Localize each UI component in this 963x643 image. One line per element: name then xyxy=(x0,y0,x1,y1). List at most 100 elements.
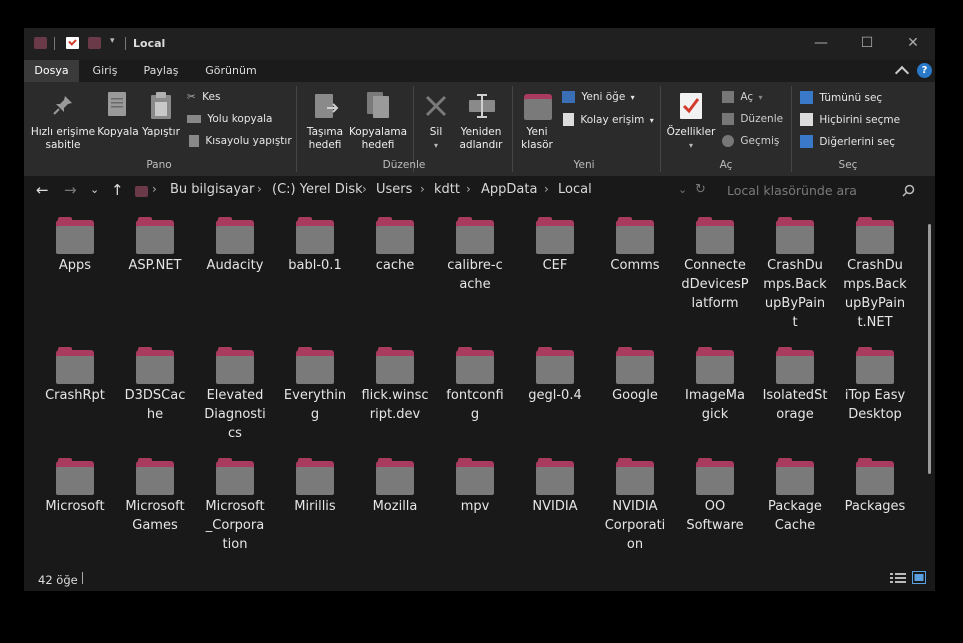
copy-to-button[interactable]: Kopyalama hedefi xyxy=(348,126,408,152)
edit-button[interactable]: Düzenle xyxy=(722,113,783,125)
cut-button[interactable]: ✂ Kes xyxy=(187,91,220,103)
address-history-chevron-icon[interactable]: ⌄ xyxy=(678,183,687,196)
copy-icon xyxy=(108,92,126,116)
folder-item[interactable]: Mozilla xyxy=(356,458,434,516)
location-folder-icon xyxy=(135,186,148,197)
breadcrumb-this-pc[interactable]: Bu bilgisayar xyxy=(170,182,254,197)
invert-selection-icon xyxy=(800,135,813,148)
paste-shortcut-button[interactable]: Kısayolu yapıştır xyxy=(187,135,292,147)
folder-item[interactable]: IsolatedSt orage xyxy=(756,347,834,424)
folder-icon xyxy=(296,217,334,254)
breadcrumb-local-disk[interactable]: (C:) Yerel Disk xyxy=(272,182,363,197)
folder-item[interactable]: CEF xyxy=(516,217,594,275)
properties-button[interactable]: Özellikler ▾ xyxy=(664,126,718,152)
breadcrumb-separator-icon[interactable]: › xyxy=(466,182,471,196)
delete-dropdown-icon[interactable]: ▾ xyxy=(422,139,450,152)
new-item-button[interactable]: Yeni öğe ▾ xyxy=(562,91,635,103)
folder-item[interactable]: Microsoft xyxy=(36,458,114,516)
select-all-button[interactable]: Tümünü seç xyxy=(800,91,882,104)
back-arrow-icon[interactable]: ← xyxy=(36,181,49,199)
folder-item[interactable]: mpv xyxy=(436,458,514,516)
easy-access-button[interactable]: Kolay erişim ▾ xyxy=(562,113,654,126)
large-icons-view-icon[interactable] xyxy=(912,571,926,584)
invert-selection-button[interactable]: Diğerlerini seç xyxy=(800,135,895,148)
pin-quick-access-button[interactable]: Hızlı erişime sabitle xyxy=(28,126,98,152)
folder-item[interactable]: OO Software xyxy=(676,458,754,535)
breadcrumb-separator-icon[interactable]: › xyxy=(152,182,157,196)
folder-item[interactable]: Package Cache xyxy=(756,458,834,535)
folder-item[interactable]: CrashDu mps.Back upByPain t xyxy=(756,217,834,332)
maximize-button[interactable]: ☐ xyxy=(844,28,890,58)
breadcrumb-appdata[interactable]: AppData xyxy=(481,182,537,197)
folder-item[interactable]: Connecte dDevicesP latform xyxy=(676,217,754,313)
customize-quick-access-icon[interactable]: ▾ xyxy=(110,36,115,46)
folder-item[interactable]: Mirillis xyxy=(276,458,354,516)
rename-label-2: adlandır xyxy=(459,139,503,151)
folder-name-line: NVIDIA xyxy=(612,499,658,514)
folder-item[interactable]: CrashRpt xyxy=(36,347,114,405)
copy-path-button[interactable]: Yolu kopyala xyxy=(187,113,273,125)
breadcrumb-users[interactable]: Users xyxy=(376,182,412,197)
breadcrumb-separator-icon[interactable]: › xyxy=(420,182,425,196)
tab-view[interactable]: Görünüm xyxy=(196,60,266,82)
folder-item[interactable]: fontconfi g xyxy=(436,347,514,424)
folder-item[interactable]: Everythin g xyxy=(276,347,354,424)
properties-dropdown-icon[interactable]: ▾ xyxy=(664,139,718,152)
folder-item[interactable]: Google xyxy=(596,347,674,405)
folder-name: NVIDIA xyxy=(516,497,594,516)
folder-item[interactable]: cache xyxy=(356,217,434,275)
refresh-icon[interactable]: ↻ xyxy=(695,182,706,197)
breadcrumb-separator-icon[interactable]: › xyxy=(362,182,367,196)
copy-button[interactable]: Kopyala xyxy=(96,126,140,139)
up-arrow-icon[interactable]: ↑ xyxy=(111,181,124,199)
folder-item[interactable]: flick.winsc ript.dev xyxy=(356,347,434,424)
folder-item[interactable]: ASP.NET xyxy=(116,217,194,275)
tab-file[interactable]: Dosya xyxy=(24,60,79,82)
folder-item[interactable]: Elevated Diagnosti cs xyxy=(196,347,274,443)
breadcrumb-separator-icon[interactable]: › xyxy=(544,182,549,196)
folder-item[interactable]: Audacity xyxy=(196,217,274,275)
new-folder-button[interactable]: Yeni klasör xyxy=(514,126,560,152)
folder-item[interactable]: D3DSCac he xyxy=(116,347,194,424)
select-none-button[interactable]: Hiçbirini seçme xyxy=(800,113,900,126)
folder-icon xyxy=(776,217,814,254)
folder-item[interactable]: Microsoft _Corpora tion xyxy=(196,458,274,554)
folder-item[interactable]: Comms xyxy=(596,217,674,275)
paste-button[interactable]: Yapıştır xyxy=(140,126,182,139)
vertical-scrollbar[interactable] xyxy=(928,224,931,474)
move-to-button[interactable]: Taşıma hedefi xyxy=(300,126,350,152)
folder-item[interactable]: calibre-c ache xyxy=(436,217,514,294)
new-folder-quick-icon[interactable] xyxy=(88,37,101,49)
folder-name: Packages xyxy=(836,497,914,516)
folder-name: CrashDu mps.Back upByPain t xyxy=(756,256,834,332)
details-view-icon[interactable] xyxy=(890,572,906,584)
folder-item[interactable]: ImageMa gick xyxy=(676,347,754,424)
rename-button[interactable]: Yeniden adlandır xyxy=(456,126,506,152)
breadcrumb-user[interactable]: kdtt xyxy=(434,182,460,197)
history-button[interactable]: Geçmiş xyxy=(722,135,779,147)
search-box[interactable]: Local klasöründe ara xyxy=(714,176,924,206)
close-button[interactable]: ✕ xyxy=(890,28,935,58)
folder-item[interactable]: gegl-0.4 xyxy=(516,347,594,405)
folder-item[interactable]: NVIDIA Corporati on xyxy=(596,458,674,554)
folder-item[interactable]: CrashDu mps.Back upByPain t.NET xyxy=(836,217,914,332)
minimize-button[interactable]: — xyxy=(798,28,844,58)
folder-name-line: Cache xyxy=(774,518,816,533)
recent-locations-chevron-icon[interactable]: ⌄ xyxy=(90,183,99,196)
breadcrumb-separator-icon[interactable]: › xyxy=(257,182,262,196)
forward-arrow-icon[interactable]: → xyxy=(64,181,77,199)
properties-quick-icon[interactable] xyxy=(66,37,79,49)
help-icon[interactable]: ? xyxy=(917,63,932,78)
folder-item[interactable]: babl-0.1 xyxy=(276,217,354,275)
folder-item[interactable]: Packages xyxy=(836,458,914,516)
tab-home[interactable]: Giriş xyxy=(84,60,126,82)
folder-item[interactable]: Apps xyxy=(36,217,114,275)
delete-button[interactable]: Sil ▾ xyxy=(422,126,450,152)
open-button[interactable]: Aç ▾ xyxy=(722,91,762,103)
folder-item[interactable]: Microsoft Games xyxy=(116,458,194,535)
folder-item[interactable]: iTop Easy Desktop xyxy=(836,347,914,424)
tab-share[interactable]: Paylaş xyxy=(136,60,186,82)
paste-shortcut-icon xyxy=(189,135,199,147)
folder-item[interactable]: NVIDIA xyxy=(516,458,594,516)
breadcrumb-local[interactable]: Local xyxy=(558,182,592,197)
